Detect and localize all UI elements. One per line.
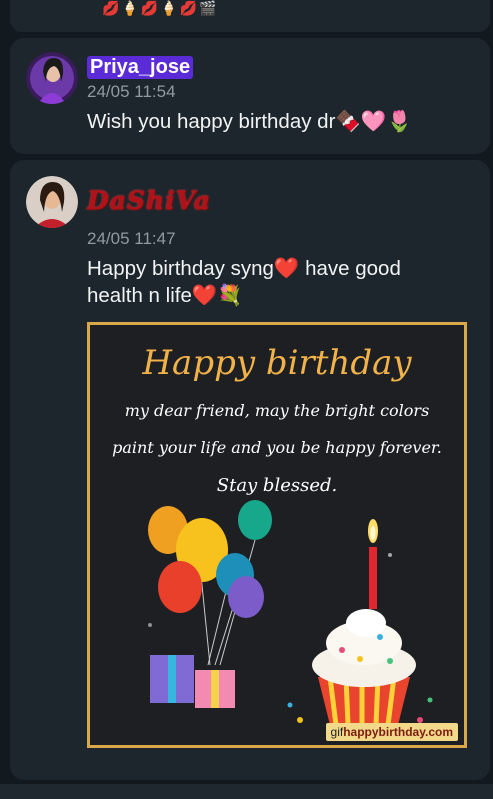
birthday-gif[interactable]: Happy birthday my dear friend, may the b… bbox=[87, 322, 467, 748]
timestamp: 24/05 11:47 bbox=[87, 229, 176, 248]
gif-text-line: my dear friend, may the bright colors bbox=[124, 401, 430, 420]
message-text: Happy birthday syng❤️ have good health n… bbox=[87, 255, 401, 309]
previous-message-card[interactable]: 💋🍦💋🍦💋🎬 bbox=[10, 0, 490, 32]
gif-text-line: paint your life and you be happy forever… bbox=[112, 438, 442, 457]
gif-title: Happy birthday bbox=[142, 343, 412, 383]
avatar[interactable] bbox=[26, 176, 78, 228]
username[interactable]: Priya_jose bbox=[87, 56, 194, 79]
previous-message-emoji-strip: 💋🍦💋🍦💋🎬 bbox=[102, 0, 219, 16]
gif-watermark: gifhappybirthday.com bbox=[325, 723, 458, 741]
message-text-line: Happy birthday syng❤️ have good bbox=[87, 257, 401, 280]
birthday-gif-artwork bbox=[90, 325, 464, 745]
message-card[interactable]: Priya_jose 24/05 11:54 Wish you happy bi… bbox=[10, 38, 490, 154]
username[interactable]: DaShiVa bbox=[87, 186, 211, 215]
message-text-line: health n life❤️💐 bbox=[87, 284, 243, 307]
avatar[interactable] bbox=[26, 52, 78, 104]
message-text: Wish you happy birthday dr🍫🩷🌷 bbox=[87, 110, 412, 133]
timestamp: 24/05 11:54 bbox=[87, 82, 176, 101]
gif-text-line: Stay blessed. bbox=[216, 475, 338, 496]
bottom-bar bbox=[0, 784, 493, 799]
message-card[interactable]: DaShiVa 24/05 11:47 Happy birthday syng❤… bbox=[10, 160, 490, 780]
